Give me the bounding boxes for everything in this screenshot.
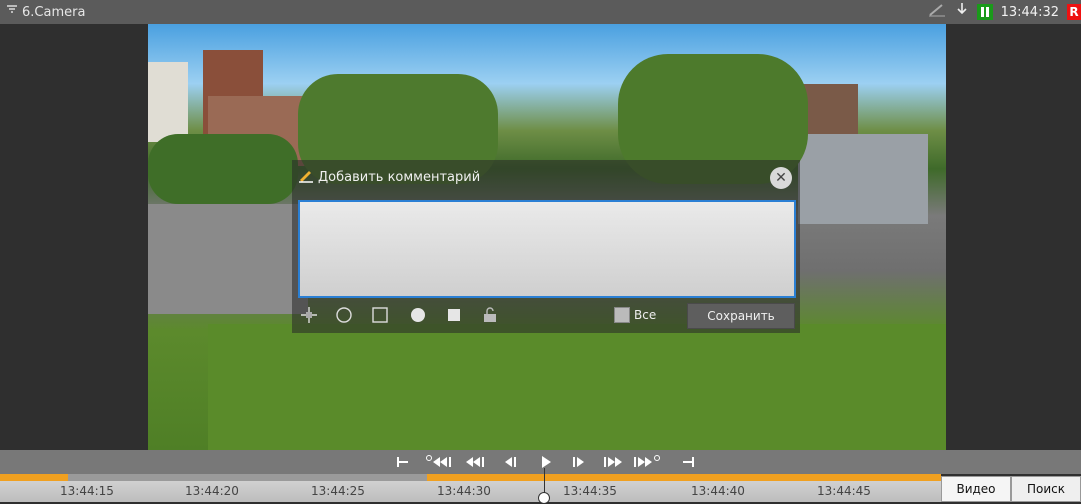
parking-lot-image <box>148 204 308 314</box>
all-checkbox[interactable]: Все <box>614 307 656 323</box>
recorded-segment[interactable] <box>427 474 941 481</box>
pencil-icon <box>298 167 314 187</box>
go-to-start-icon[interactable] <box>395 453 411 471</box>
timeline-tick-label: 13:44:35 <box>563 484 617 498</box>
fast-rewind-icon[interactable] <box>464 453 488 471</box>
tab-video[interactable]: Видео <box>941 476 1011 502</box>
play-icon[interactable] <box>538 453 554 471</box>
fast-forward-timed-icon[interactable] <box>631 453 661 471</box>
circle-filled-icon[interactable] <box>409 306 427 324</box>
dialog-title: Добавить комментарий <box>318 169 481 185</box>
go-to-end-icon[interactable] <box>680 453 696 471</box>
save-button[interactable]: Сохранить <box>687 303 795 329</box>
lawn-image <box>208 324 946 450</box>
circle-outline-icon[interactable] <box>335 306 353 324</box>
step-back-icon[interactable] <box>503 453 519 471</box>
move-tool-icon[interactable] <box>300 306 318 324</box>
export-icon[interactable] <box>955 2 969 22</box>
timeline-cursor-handle[interactable] <box>538 492 550 504</box>
timeline-tick-label: 13:44:30 <box>437 484 491 498</box>
drawing-toolbar: Все Сохранить <box>292 300 800 330</box>
recorded-segment[interactable] <box>0 474 68 481</box>
current-time: 13:44:32 <box>1000 4 1059 20</box>
step-forward-icon[interactable] <box>570 453 586 471</box>
camera-name[interactable]: 6.Camera <box>6 4 85 20</box>
rectangle-filled-icon[interactable] <box>445 306 463 324</box>
fast-forward-icon[interactable] <box>601 453 625 471</box>
lock-icon[interactable] <box>481 306 499 324</box>
building-image <box>148 62 188 142</box>
comment-input[interactable] <box>298 200 796 298</box>
rectangle-outline-icon[interactable] <box>371 306 389 324</box>
timeline-tick-label: 13:44:25 <box>311 484 365 498</box>
pause-icon[interactable] <box>976 4 993 20</box>
fast-rewind-timed-icon[interactable] <box>425 453 455 471</box>
close-button[interactable]: ✕ <box>770 167 792 189</box>
record-indicator[interactable]: R <box>1067 4 1081 20</box>
camera-title: 6.Camera <box>22 4 86 20</box>
timeline-tick-label: 13:44:15 <box>60 484 114 498</box>
checkbox-icon[interactable] <box>614 307 630 323</box>
playback-controls <box>0 450 1081 474</box>
dialog-header: Добавить комментарий <box>298 167 480 187</box>
building-image <box>798 134 928 224</box>
trees-image <box>148 134 298 204</box>
timeline[interactable]: 13:44:15 13:44:20 13:44:25 13:44:30 13:4… <box>0 468 941 504</box>
timeline-tick-label: 13:44:40 <box>691 484 745 498</box>
filter-icon <box>6 4 18 20</box>
title-bar: 6.Camera 13:44:32 R <box>0 0 1081 24</box>
edit-icon[interactable] <box>927 2 947 22</box>
timeline-tick-label: 13:44:45 <box>817 484 871 498</box>
timeline-tick-label: 13:44:20 <box>185 484 239 498</box>
close-icon: ✕ <box>775 170 787 186</box>
tab-search[interactable]: Поиск <box>1011 476 1081 502</box>
add-comment-dialog: Добавить комментарий ✕ Все Сохранить <box>292 160 800 333</box>
all-checkbox-label: Все <box>634 308 657 322</box>
